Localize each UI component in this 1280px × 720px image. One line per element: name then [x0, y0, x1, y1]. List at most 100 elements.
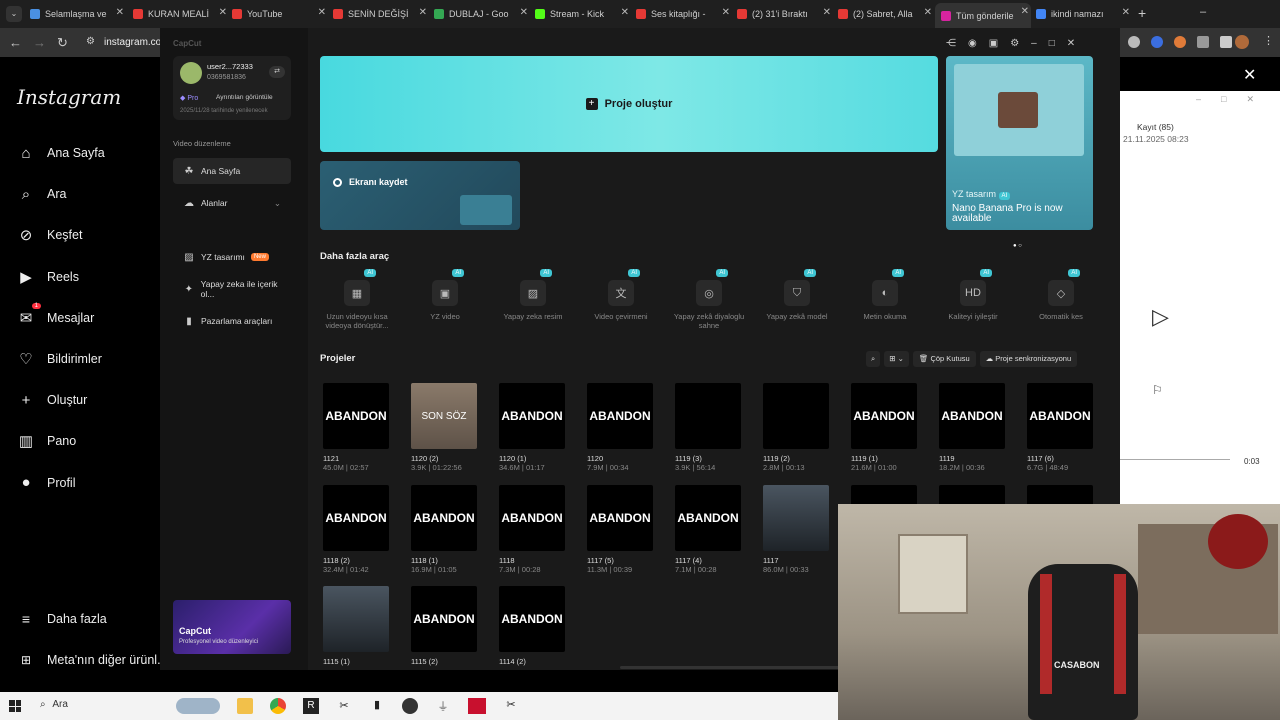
tool-item[interactable]: ◎ AI Yapay zekâ diyaloglu sahne	[665, 269, 753, 330]
ig-meta[interactable]: ⊞ Meta'nın diğer ürünl...	[17, 651, 168, 669]
ai-design-banner[interactable]: YZ tasarım AI Nano Banana Pro is now ava…	[946, 56, 1093, 249]
close-tab-icon[interactable]: ✕	[1021, 6, 1029, 17]
capcut-nav-item[interactable]: ☁ Alanlar ⌄	[173, 190, 291, 216]
browser-tab[interactable]: SENİN DEĞİŞİ ✕	[333, 4, 429, 24]
ig-nav-item[interactable]: ⌂ Ana Sayfa	[17, 144, 104, 162]
project-card[interactable]: ABANDON 1118 (1) 16.9M | 01:05	[408, 485, 484, 574]
instagram-logo[interactable]: Instagram	[17, 85, 121, 109]
project-card[interactable]: ABANDON 1120 (1) 34.6M | 01:17	[496, 383, 572, 472]
project-card[interactable]: ABANDON 1114 (2)	[496, 586, 572, 666]
capcut-nav-item[interactable]: ✦ Yapay zeka ile içerik ol...	[173, 276, 291, 302]
switch-account-icon[interactable]: ⇄	[269, 66, 285, 78]
project-card[interactable]: ABANDON 1117 (5) 11.3M | 00:39	[584, 485, 660, 574]
minimize-window-button[interactable]: –	[1200, 6, 1206, 18]
browser-tab[interactable]: Stream - Kick ✕	[535, 4, 631, 24]
browser-tab[interactable]: KURAN MEALİ ✕	[133, 4, 229, 24]
trash-button[interactable]: 🗑 Çöp Kutusu	[912, 351, 976, 367]
tool-item[interactable]: ⛉ AI Yapay zekâ model	[753, 269, 841, 321]
browser-tab[interactable]: (2) 31'i Bıraktı ✕	[737, 4, 833, 24]
sync-button[interactable]: ☁ Proje senkronizasyonu	[979, 351, 1078, 367]
ig-more[interactable]: ≡ Daha fazla	[17, 610, 107, 628]
browser-tab[interactable]: Ses kitaplığı - ✕	[636, 4, 732, 24]
details-link[interactable]: Ayrıntıları görüntüle	[216, 94, 273, 101]
capcut-icon-2[interactable]: ✂	[503, 698, 519, 714]
new-tab-button[interactable]: +	[1138, 5, 1146, 21]
capcut-nav-item[interactable]: ▮ Pazarlama araçları	[173, 308, 291, 334]
horizontal-scrollbar[interactable]	[620, 666, 840, 669]
close-tab-icon[interactable]: ✕	[823, 7, 831, 18]
tab-list-dropdown-icon[interactable]: ⌄	[6, 6, 22, 22]
project-card[interactable]: ABANDON 1119 18.2M | 00:36	[936, 383, 1012, 472]
browser-tab[interactable]: Tüm gönderile ✕	[935, 3, 1031, 28]
capcut-nav-item[interactable]: ☘ Ana Sayfa	[173, 158, 291, 184]
tool-item[interactable]: HD AI Kaliteyi iyileştir	[929, 269, 1017, 321]
video-app-icon[interactable]	[468, 698, 486, 714]
start-icon[interactable]	[9, 700, 21, 712]
user-card[interactable]: user2...72333 0369581836 ⇄ ◆ Pro Ayrıntı…	[173, 56, 291, 120]
recorder-minimize-icon[interactable]: –	[1196, 94, 1201, 105]
r-app-icon[interactable]: R	[303, 698, 319, 714]
tool-item[interactable]: ◇ AI Otomatik kes	[1017, 269, 1105, 321]
mic-app-icon[interactable]: ▮	[369, 698, 385, 714]
play-icon[interactable]: ▷	[1152, 304, 1169, 330]
close-tab-icon[interactable]: ✕	[520, 7, 528, 18]
tool-item[interactable]: ▦ AI Uzun videoyu kısa videoya dönüştür...	[313, 269, 401, 330]
project-card[interactable]: ABANDON 1118 7.3M | 00:28	[496, 485, 572, 574]
close-tab-icon[interactable]: ✕	[318, 7, 326, 18]
capcut-nav-item[interactable]: ▨ YZ tasarımı New	[173, 244, 291, 270]
tool-item[interactable]: ▨ AI Yapay zeka resim	[489, 269, 577, 321]
project-card[interactable]: ABANDON 1118 (2) 32.4M | 01:42	[320, 485, 396, 574]
project-card[interactable]: ABANDON 1115 (2)	[408, 586, 484, 666]
flag-icon[interactable]: ⚐	[1152, 383, 1163, 397]
project-card[interactable]: ABANDON 1117 (6) 6.7G | 48:49	[1024, 383, 1100, 472]
browser-tab[interactable]: Selamlaşma ve ✕	[30, 4, 126, 24]
tool-item[interactable]: ▣ AI YZ video	[401, 269, 489, 321]
create-project-button[interactable]: + Proje oluştur	[320, 56, 938, 152]
site-info-icon[interactable]: ⚙	[86, 36, 95, 47]
project-card[interactable]: SON SÖZ 1120 (2) 3.9K | 01:22:56	[408, 383, 484, 472]
project-card[interactable]: 1119 (2) 2.8M | 00:13	[760, 383, 836, 472]
tool-item[interactable]: ◐ AI Metin okuma	[841, 269, 929, 321]
view-toggle-icon[interactable]: ⊞ ⌄	[884, 351, 909, 367]
ig-nav-item[interactable]: ✉ 1 Mesajlar	[17, 302, 94, 327]
close-icon[interactable]: ✕	[1067, 38, 1075, 49]
back-icon[interactable]: ←	[9, 35, 22, 50]
banner-dots[interactable]: ● ○	[1013, 243, 1022, 249]
project-card[interactable]: ABANDON 1120 7.9M | 00:34	[584, 383, 660, 472]
project-card[interactable]: ABANDON 1121 45.0M | 02:57	[320, 383, 396, 472]
capcut-taskbar-icon[interactable]: ✂	[336, 698, 352, 714]
file-explorer-icon[interactable]	[237, 698, 253, 714]
capcut-promo-card[interactable]: CapCut Profesyonel video düzenleyici	[173, 600, 291, 654]
extension-icons[interactable]	[1128, 36, 1232, 48]
ig-nav-item[interactable]: ▶ Reels	[17, 268, 79, 286]
tool-item[interactable]: 文 AI Video çevirmeni	[577, 269, 665, 321]
browser-tab[interactable]: ikindi namazı ✕	[1036, 4, 1132, 24]
feedback-icon[interactable]: ▣	[989, 38, 998, 49]
taskbar-search[interactable]: ⌕ Ara	[40, 699, 68, 710]
project-card[interactable]: 1115 (1)	[320, 586, 396, 666]
minimize-icon[interactable]: –	[1031, 38, 1037, 49]
close-tab-icon[interactable]: ✕	[621, 7, 629, 18]
close-tab-icon[interactable]: ✕	[924, 7, 932, 18]
profile-avatar[interactable]	[1235, 35, 1249, 49]
upload-icon[interactable]: ◉	[968, 38, 977, 49]
usb-icon[interactable]: ⏚	[435, 698, 451, 714]
chrome-icon[interactable]	[270, 698, 286, 714]
dolphin-widget-icon[interactable]	[176, 698, 220, 714]
project-card[interactable]: ABANDON 1119 (1) 21.6M | 01:00	[848, 383, 924, 472]
ig-nav-item[interactable]: + Oluştur	[17, 391, 88, 409]
obs-icon[interactable]	[402, 698, 418, 714]
browser-menu-icon[interactable]: ⋮	[1263, 34, 1274, 47]
maximize-icon[interactable]: □	[1049, 38, 1055, 49]
close-tab-icon[interactable]: ✕	[722, 7, 730, 18]
browser-tab[interactable]: (2) Sabret, Alla ✕	[838, 4, 934, 24]
close-overlay-icon[interactable]: ✕	[1243, 65, 1256, 85]
project-card[interactable]: 1119 (3) 3.9K | 56:14	[672, 383, 748, 472]
record-screen-button[interactable]: Ekranı kaydet	[320, 161, 520, 230]
recorder-close-icon[interactable]: ✕	[1246, 94, 1254, 105]
browser-tab[interactable]: YouTube ✕	[232, 4, 328, 24]
ig-nav-item[interactable]: ⊘ Keşfet	[17, 226, 83, 244]
ig-nav-item[interactable]: ⌕ Ara	[17, 185, 67, 203]
close-tab-icon[interactable]: ✕	[419, 7, 427, 18]
close-tab-icon[interactable]: ✕	[116, 7, 124, 18]
